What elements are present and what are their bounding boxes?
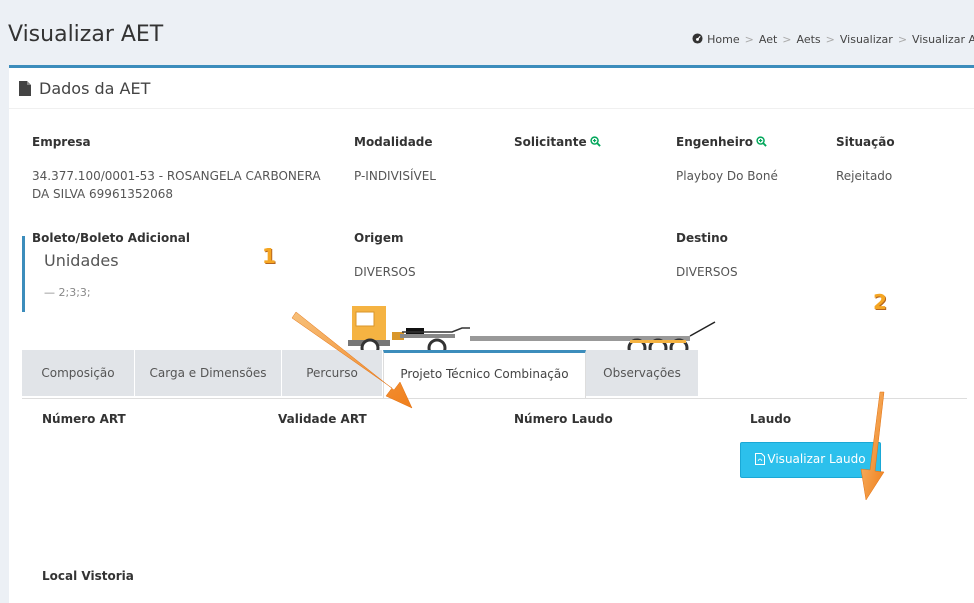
field-engenheiro: Engenheiro xyxy=(676,135,767,149)
unidades-value: — 2;3;3; xyxy=(44,286,91,299)
field-solicitante: Solicitante xyxy=(514,135,601,149)
local-vistoria-wrap: Local Vistoria xyxy=(42,569,134,583)
tab-carga-dimensoes[interactable]: Carga e Dimensões xyxy=(135,350,282,396)
zoom-in-icon[interactable] xyxy=(589,136,601,147)
visualizar-laudo-button[interactable]: Visualizar Laudo xyxy=(740,442,881,478)
breadcrumb-visualizar[interactable]: Visualizar xyxy=(840,33,893,46)
dashboard-icon xyxy=(692,33,703,44)
engenheiro-value-wrap: Playboy Do Boné xyxy=(676,167,778,185)
breadcrumb: Home > Aet > Aets > Visualizar > Visualizar A xyxy=(692,33,974,46)
engenheiro-label: Engenheiro xyxy=(676,135,753,149)
unidades-bar xyxy=(22,236,25,312)
validade-art-label: Validade ART xyxy=(278,412,367,426)
breadcrumb-aets[interactable]: Aets xyxy=(797,33,821,46)
modalidade-value: P-INDIVISÍVEL xyxy=(354,169,436,183)
numero-art-wrap: Número ART xyxy=(42,412,126,426)
visualizar-laudo-label: Visualizar Laudo xyxy=(767,452,866,466)
empresa-value-line1: 34.377.100/0001-53 - ROSANGELA CARBONERA xyxy=(32,169,321,183)
breadcrumb-aet[interactable]: Aet xyxy=(759,33,777,46)
tab-composicao[interactable]: Composição xyxy=(22,350,135,396)
boleto-label: Boleto/Boleto Adicional xyxy=(32,231,191,245)
unidades-title: Unidades xyxy=(44,251,119,270)
laudo-label: Laudo xyxy=(750,412,792,426)
modalidade-value-wrap: P-INDIVISÍVEL xyxy=(354,167,436,185)
numero-laudo-label: Número Laudo xyxy=(514,412,613,426)
truck-combination-icon xyxy=(348,306,716,358)
zoom-in-icon[interactable] xyxy=(756,136,767,147)
annotation-number-1: 1 xyxy=(262,244,276,268)
tab-bar: Composição Carga e Dimensões Percurso Pr… xyxy=(22,350,967,399)
tab-projeto-tecnico[interactable]: Projeto Técnico Combinação xyxy=(383,350,586,398)
field-modalidade: Modalidade xyxy=(354,135,433,149)
box-title: Dados da AET xyxy=(39,79,151,98)
solicitante-label: Solicitante xyxy=(514,135,587,149)
breadcrumb-home[interactable]: Home xyxy=(707,33,739,46)
pdf-file-icon xyxy=(755,453,766,465)
field-empresa: Empresa xyxy=(32,135,91,149)
situacao-value: Rejeitado xyxy=(836,169,893,183)
numero-art-label: Número ART xyxy=(42,412,126,426)
numero-laudo-wrap: Número Laudo xyxy=(514,412,613,426)
tab-observacoes[interactable]: Observações xyxy=(586,350,699,396)
tab-percurso[interactable]: Percurso xyxy=(282,350,383,396)
annotation-number-2: 2 xyxy=(873,290,887,314)
situacao-label: Situação xyxy=(836,135,895,149)
field-situacao: Situação xyxy=(836,135,895,149)
field-boleto: Boleto/Boleto Adicional xyxy=(32,231,190,245)
empresa-label: Empresa xyxy=(32,135,91,149)
empresa-value-line2: DA SILVA 69961352068 xyxy=(32,187,174,201)
situacao-value-wrap: Rejeitado xyxy=(836,167,892,185)
page-header: Visualizar AET Home > Aet > Aets > Visualizar >… xyxy=(0,0,974,66)
engenheiro-value: Playboy Do Boné xyxy=(676,169,778,183)
page-title: Visualizar AET xyxy=(8,22,164,47)
validade-art-wrap: Validade ART xyxy=(278,412,367,426)
local-vistoria-label: Local Vistoria xyxy=(42,569,134,583)
box-header: Dados da AET xyxy=(9,68,974,109)
modalidade-label: Modalidade xyxy=(354,135,433,149)
laudo-wrap: Laudo xyxy=(750,412,791,426)
breadcrumb-current: Visualizar A xyxy=(912,33,974,46)
field-empresa-value: 34.377.100/0001-53 - ROSANGELA CARBONERA… xyxy=(32,167,332,203)
document-icon xyxy=(19,81,31,96)
